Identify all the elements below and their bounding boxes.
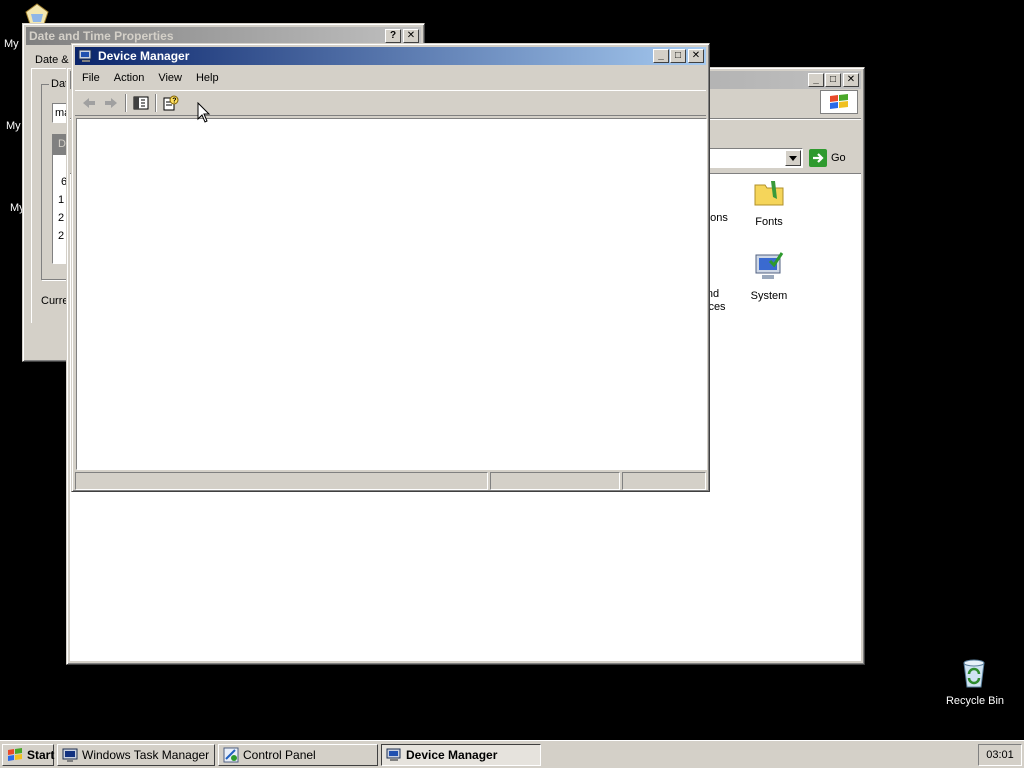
maximize-button[interactable]: □ bbox=[670, 49, 686, 63]
back-arrow-icon bbox=[83, 98, 95, 108]
minimize-button[interactable]: _ bbox=[653, 49, 669, 63]
close-button[interactable]: ✕ bbox=[843, 73, 859, 87]
windows-flag-icon bbox=[830, 94, 848, 109]
recycle-bin-icon bbox=[963, 659, 985, 688]
item-label: System bbox=[750, 290, 788, 302]
menu-view[interactable]: View bbox=[151, 72, 189, 84]
window-title: Device Manager bbox=[98, 49, 190, 63]
device-manager-titlebar[interactable]: Device Manager _ □ ✕ bbox=[75, 47, 706, 65]
address-combo[interactable] bbox=[707, 148, 803, 168]
taskbar-button-label: Windows Task Manager bbox=[82, 747, 210, 762]
system-tray: 03:01 bbox=[978, 744, 1022, 766]
start-label: Start bbox=[27, 747, 55, 762]
close-button[interactable]: ✕ bbox=[403, 29, 419, 43]
task-manager-icon bbox=[62, 747, 78, 763]
device-manager-icon bbox=[78, 49, 92, 62]
forward-arrow-icon bbox=[105, 98, 117, 108]
help-properties-icon: ? bbox=[163, 95, 179, 111]
status-pane-2 bbox=[490, 472, 620, 490]
calendar-day[interactable]: 2 bbox=[58, 230, 64, 242]
clock[interactable]: 03:01 bbox=[986, 749, 1014, 761]
windows-flag-icon bbox=[7, 747, 23, 763]
control-panel-icon bbox=[223, 747, 239, 763]
device-manager-window[interactable]: Device Manager _ □ ✕ File Action View He… bbox=[71, 43, 710, 492]
desktop-icon-label[interactable]: My bbox=[4, 38, 19, 50]
chevron-down-icon bbox=[789, 156, 797, 161]
system-computer-icon bbox=[755, 252, 784, 279]
taskbar-button-task-manager[interactable]: Windows Task Manager bbox=[57, 743, 215, 766]
menu-help[interactable]: Help bbox=[189, 72, 226, 84]
taskbar: Start Windows Task Manager Control Panel… bbox=[0, 740, 1024, 768]
taskbar-button-label: Device Manager bbox=[406, 747, 498, 762]
control-panel-item-fonts[interactable]: Fonts bbox=[737, 177, 801, 228]
menu-bar: File Action View Help bbox=[75, 67, 706, 89]
go-label: Go bbox=[831, 152, 846, 164]
show-hide-console-tree-button[interactable] bbox=[130, 92, 152, 114]
menu-file[interactable]: File bbox=[75, 72, 107, 84]
address-dropdown-button[interactable] bbox=[785, 150, 801, 166]
toolbar-separator bbox=[125, 94, 127, 112]
console-tree-icon bbox=[133, 96, 149, 110]
go-button[interactable]: Go bbox=[809, 148, 846, 168]
help-button[interactable]: ? bbox=[160, 92, 182, 114]
close-button[interactable]: ✕ bbox=[688, 49, 704, 63]
mouse-cursor-icon bbox=[197, 102, 211, 123]
maximize-button[interactable]: □ bbox=[825, 73, 841, 87]
calendar-day[interactable]: 1 bbox=[58, 194, 64, 206]
status-bar bbox=[75, 472, 708, 490]
go-arrow-icon bbox=[809, 149, 827, 167]
start-button[interactable]: Start bbox=[2, 743, 55, 766]
item-label: Fonts bbox=[755, 216, 783, 228]
taskbar-button-control-panel[interactable]: Control Panel bbox=[218, 743, 378, 766]
taskbar-button-device-manager[interactable]: Device Manager bbox=[381, 743, 541, 766]
windows-logo-badge bbox=[820, 90, 858, 114]
desktop-icon-recycle-bin[interactable]: Recycle Bin bbox=[940, 655, 1010, 711]
taskbar-button-label: Control Panel bbox=[243, 747, 316, 762]
item-label: ons bbox=[710, 212, 728, 224]
help-button[interactable]: ? bbox=[385, 29, 401, 43]
back-button[interactable] bbox=[78, 92, 100, 114]
forward-button[interactable] bbox=[100, 92, 122, 114]
fonts-folder-icon bbox=[754, 181, 784, 206]
svg-text:?: ? bbox=[172, 98, 176, 105]
recycle-bin-label: Recycle Bin bbox=[945, 695, 1005, 707]
menu-action[interactable]: Action bbox=[107, 72, 152, 84]
current-timezone-label: Curre bbox=[41, 295, 69, 307]
control-panel-item-system[interactable]: System bbox=[737, 251, 801, 302]
tab-date-time[interactable]: Date & bbox=[35, 54, 69, 66]
calendar-day[interactable]: 2 bbox=[58, 212, 64, 224]
desktop-icon-label[interactable]: My bbox=[6, 120, 21, 132]
status-pane-main bbox=[75, 472, 488, 490]
status-pane-3 bbox=[622, 472, 706, 490]
minimize-button[interactable]: _ bbox=[808, 73, 824, 87]
device-tree-pane[interactable] bbox=[76, 118, 707, 470]
toolbar-separator bbox=[155, 94, 157, 112]
window-title: Date and Time Properties bbox=[29, 29, 174, 43]
toolbar: ? bbox=[75, 90, 706, 116]
item-label: ces bbox=[708, 301, 726, 313]
device-manager-icon bbox=[386, 747, 402, 763]
